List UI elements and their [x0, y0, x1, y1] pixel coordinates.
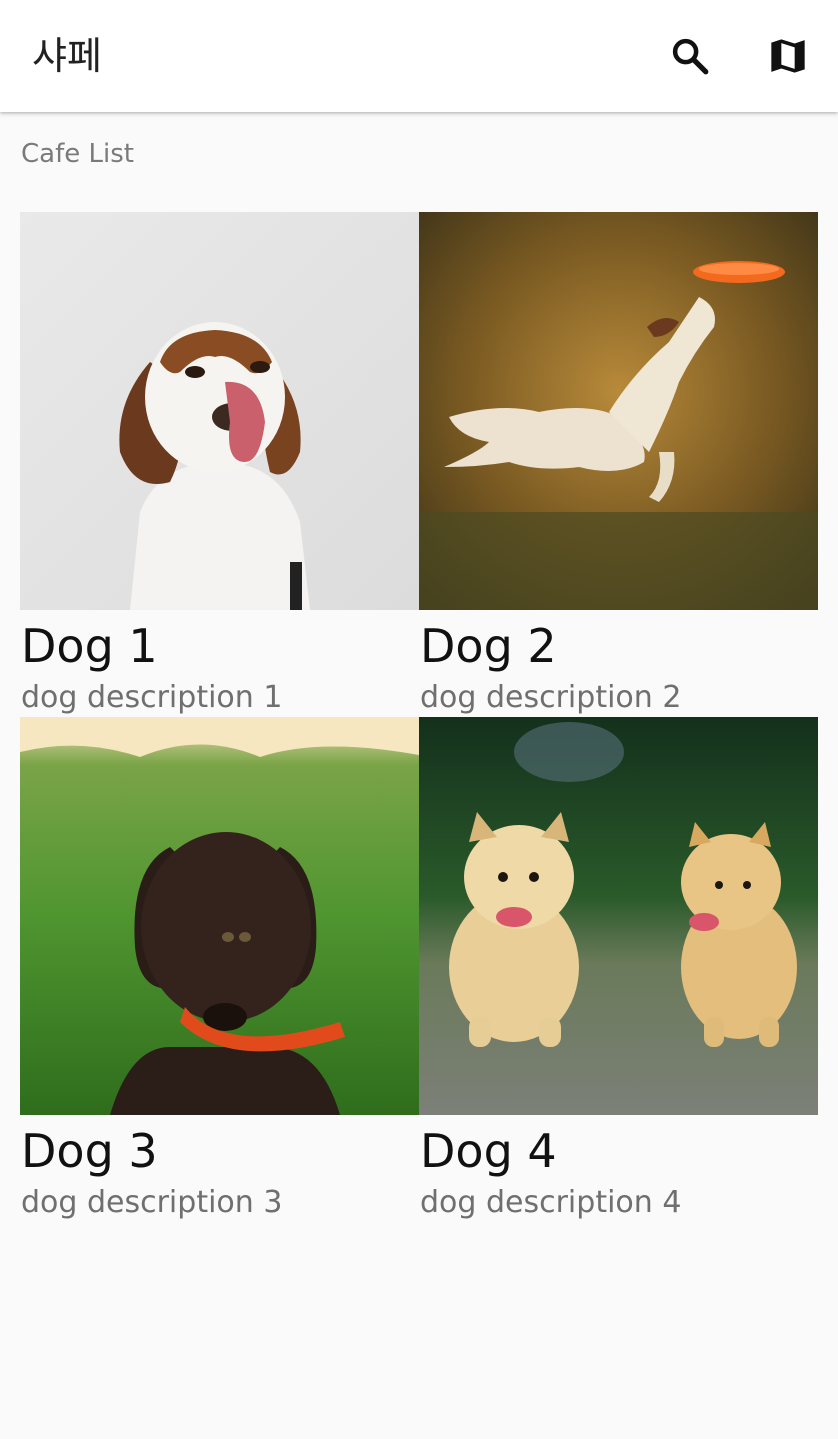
cafe-title: Dog 1 — [21, 619, 158, 673]
map-icon — [771, 39, 805, 73]
search-button[interactable] — [662, 28, 718, 84]
cafe-title: Dog 2 — [420, 619, 557, 673]
cafe-image — [20, 717, 419, 1115]
cafe-card[interactable]: Dog 2 dog description 2 — [419, 212, 818, 717]
cafe-description: dog description 3 — [21, 1185, 283, 1220]
cafe-description: dog description 2 — [420, 680, 682, 715]
cafe-card[interactable]: Dog 4 dog description 4 — [419, 717, 818, 1222]
section-label: Cafe List — [21, 139, 134, 169]
app-bar: 샤페 — [0, 0, 838, 112]
cafe-description: dog description 1 — [21, 680, 283, 715]
cafe-image — [419, 717, 818, 1115]
cafe-image — [20, 212, 419, 610]
map-button[interactable] — [760, 28, 816, 84]
cafe-image — [419, 212, 818, 610]
cafe-title: Dog 3 — [21, 1124, 158, 1178]
cafe-card[interactable]: Dog 1 dog description 1 — [20, 212, 419, 717]
app-title: 샤페 — [32, 34, 102, 78]
cafe-card[interactable]: Dog 3 dog description 3 — [20, 717, 419, 1222]
cafe-description: dog description 4 — [420, 1185, 682, 1220]
cafe-title: Dog 4 — [420, 1124, 557, 1178]
search-icon — [672, 38, 709, 75]
